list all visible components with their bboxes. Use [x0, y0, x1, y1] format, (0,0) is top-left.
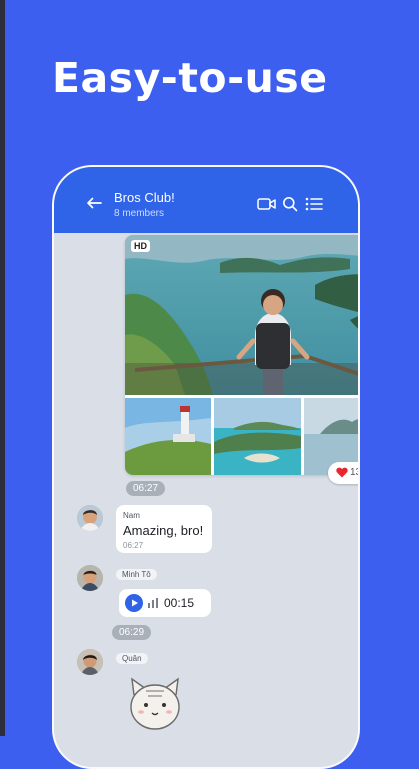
avatar[interactable] [77, 649, 103, 675]
phone-frame: Bros Club! 8 members HD 1 06:27 Nam Amaz… [52, 165, 360, 769]
reaction-count[interactable]: 13 [328, 462, 358, 484]
avatar[interactable] [77, 505, 103, 531]
chat-header: Bros Club! 8 members [54, 167, 358, 233]
main-photo[interactable] [125, 235, 360, 395]
left-edge-strip [0, 0, 5, 736]
photo-thumbnail-lighthouse[interactable] [125, 398, 211, 475]
avatar[interactable] [77, 565, 103, 591]
play-icon[interactable] [125, 594, 143, 612]
back-arrow-icon[interactable] [86, 197, 102, 209]
time-divider: 06:27 [126, 481, 166, 496]
voice-message[interactable]: 00:15 [119, 589, 211, 617]
message-bubble[interactable]: Nam Amazing, bro! 06:27 [116, 505, 212, 553]
chat-name[interactable]: Bros Club! [114, 190, 175, 205]
audio-wave-icon [148, 598, 158, 608]
promo-title: Easy-to-use [52, 54, 328, 102]
chat-body: HD 13 [54, 233, 360, 767]
sender-name: Quân [116, 653, 148, 664]
hd-badge: HD [131, 240, 150, 252]
time-divider: 06:29 [112, 625, 152, 640]
cat-sticker[interactable] [124, 673, 186, 733]
photo-album[interactable]: HD [125, 235, 360, 475]
sender-name: Minh Tô [116, 569, 157, 580]
list-icon[interactable] [305, 196, 323, 212]
member-count: 8 members [114, 208, 165, 219]
sender-name: Nam [123, 511, 140, 520]
photo-thumbnail-islands[interactable] [214, 398, 301, 475]
search-icon[interactable] [282, 196, 298, 212]
message-time: 06:27 [123, 541, 144, 550]
video-call-icon[interactable] [257, 196, 277, 212]
reaction-count-label: 13 [350, 467, 358, 478]
heart-icon [336, 467, 348, 478]
message-text: Amazing, bro! [123, 523, 204, 538]
voice-duration: 00:15 [164, 596, 195, 610]
